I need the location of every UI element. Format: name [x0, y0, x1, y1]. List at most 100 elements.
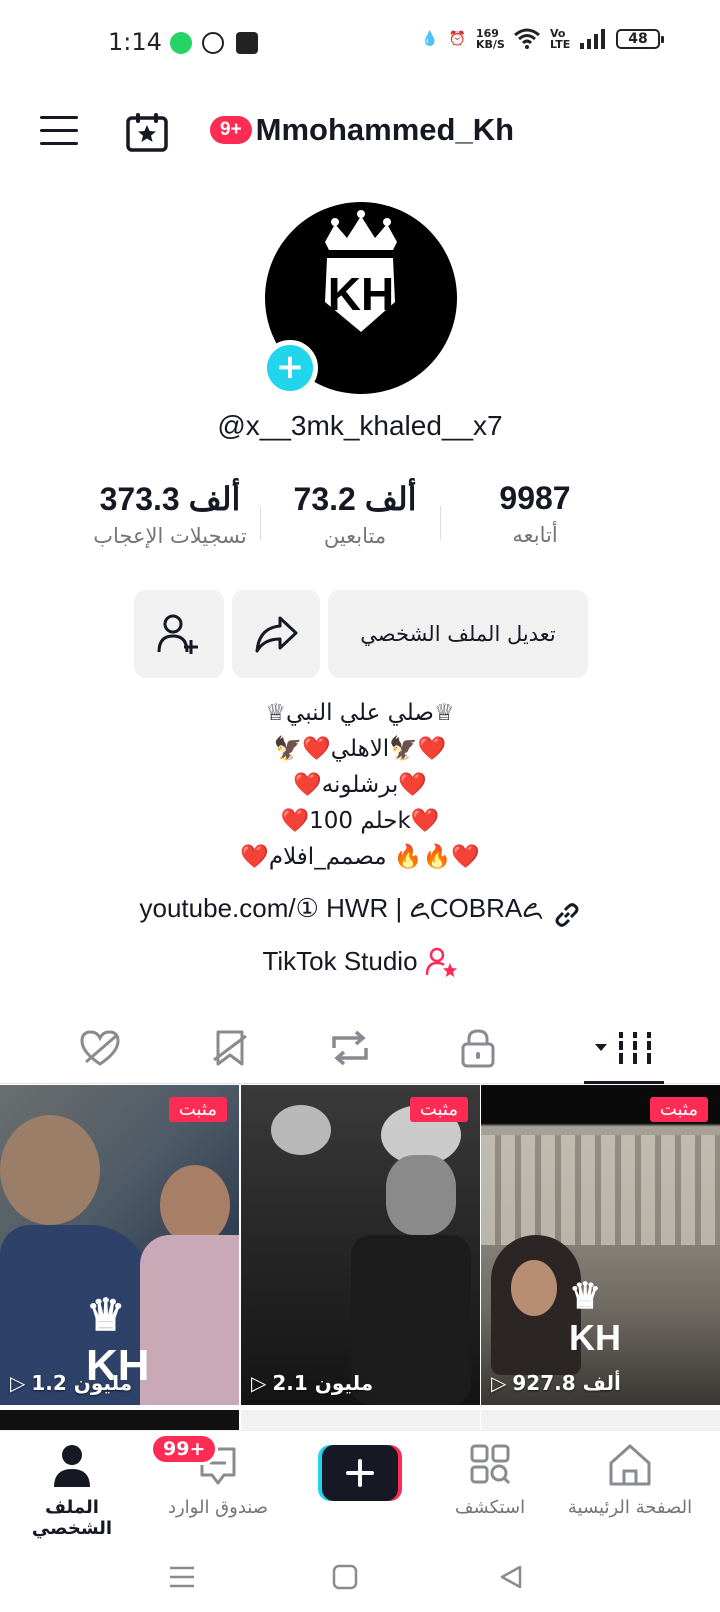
network-type: Vo LTE [550, 27, 571, 51]
bottom-nav: الملف الشخصي 99+ صندوق الوارد استكشف الص… [0, 1430, 720, 1540]
profile-header: 9+ Mmohammed_Kh [0, 100, 720, 170]
stat-following[interactable]: 9987 أتابعه [450, 480, 620, 547]
calendar-star-icon[interactable] [126, 112, 168, 152]
back-icon[interactable] [498, 1564, 524, 1590]
whatsapp-business-icon [170, 32, 192, 54]
face-shape [160, 1165, 230, 1245]
video-thumbnail[interactable]: ♛ KH مثبت ▷ 927.8 ألف [481, 1085, 720, 1405]
system-nav [0, 1540, 720, 1612]
tab-private[interactable] [408, 1018, 548, 1078]
home-icon [609, 1444, 651, 1486]
hidden-bookmark-icon [213, 1030, 247, 1066]
profile-stats: 373.3 ألف تسجيلات الإعجاب 73.2 ألف متابع… [80, 480, 640, 560]
menu-icon[interactable] [40, 116, 78, 146]
view-count-text: 2.1 مليون [272, 1371, 374, 1395]
bio-line: 🦅❤️الاهلي🦅❤️ [273, 736, 447, 762]
add-avatar-button[interactable]: + [262, 340, 318, 396]
network-speed: 169 KB/S [476, 27, 505, 51]
stat-likes[interactable]: 373.3 ألف تسجيلات الإعجاب [80, 480, 260, 548]
profile-link[interactable]: youtube.com/① HWR | ꧖COBRA꧖ [0, 888, 720, 941]
stat-followers[interactable]: 73.2 ألف متابعين [270, 480, 440, 548]
inbox-badge: 99+ [150, 1433, 219, 1465]
view-count: ▷ 1.2 مليون [10, 1371, 132, 1395]
home-square-icon[interactable] [332, 1564, 358, 1590]
mail-icon [236, 32, 258, 54]
stat-followers-value: 73.2 ألف [293, 481, 417, 517]
view-count: ▷ 927.8 ألف [491, 1371, 621, 1395]
stat-likes-label: تسجيلات الإعجاب [93, 524, 247, 548]
lock-icon [461, 1029, 495, 1068]
stat-likes-value: 373.3 ألف [99, 481, 241, 517]
stat-followers-label: متابعين [323, 524, 387, 548]
video-thumbnail[interactable]: ♛ KH مثبت ▷ 1.2 مليون [0, 1085, 239, 1405]
bio-line: ❤️برشلونه❤️ [293, 772, 427, 798]
tab-reposts[interactable] [280, 1018, 420, 1078]
tab-favorites[interactable] [160, 1018, 300, 1078]
video-thumbnail[interactable] [241, 1410, 480, 1430]
bio: ♕صلي علي النبي♕ 🦅❤️الاهلي🦅❤️ ❤️برشلونه❤️… [0, 695, 720, 875]
repost-icon [332, 1030, 368, 1066]
nav-discover[interactable]: استكشف [420, 1443, 560, 1518]
video-thumbnail[interactable] [0, 1410, 239, 1430]
recents-icon[interactable] [168, 1564, 196, 1590]
alarm-icon: ⏰ [448, 31, 466, 47]
nav-profile[interactable]: الملف الشخصي [2, 1443, 142, 1539]
tiktok-studio-link[interactable]: TikTok Studio [0, 946, 720, 977]
profile-link-text: youtube.com/① HWR | ꧖COBRA꧖ [139, 893, 543, 923]
view-count: ▷ 2.1 مليون [251, 1371, 373, 1395]
add-friends-button[interactable] [134, 590, 224, 678]
play-icon: ▷ [251, 1371, 267, 1395]
video-thumbnail[interactable]: مثبت ▷ 2.1 مليون [241, 1085, 480, 1405]
stat-divider [260, 506, 261, 540]
content-tabs [0, 1010, 720, 1084]
username: @x__3mk_khaled__x7 [217, 410, 503, 441]
face-shape [511, 1260, 557, 1316]
discover-icon [470, 1444, 511, 1485]
video-grid: ♛ KH مثبت ▷ 927.8 ألف مثبت ▷ 2.1 مليون ♛ KH … [0, 1085, 720, 1430]
stat-following-value: 9987 [499, 480, 571, 516]
edit-profile-button[interactable]: تعديل الملف الشخصي [328, 590, 588, 678]
hidden-heart-icon [80, 1030, 120, 1066]
stat-divider [440, 506, 441, 540]
play-icon: ▷ [491, 1371, 507, 1395]
shelves-backdrop [481, 1135, 720, 1245]
view-count-text: 927.8 ألف [512, 1371, 621, 1395]
plus-icon: + [275, 346, 305, 387]
play-icon: ▷ [10, 1371, 26, 1395]
nav-home[interactable]: الصفحة الرئيسية [560, 1443, 700, 1518]
nav-home-label: الصفحة الرئيسية [567, 1497, 693, 1518]
pinned-badge: مثبت [649, 1097, 708, 1122]
status-time: 1:14 [108, 28, 162, 56]
signal-icon [580, 29, 605, 49]
drop-icon: 💧 [421, 31, 439, 47]
share-profile-button[interactable] [232, 590, 320, 678]
status-bar: 1:14 💧 ⏰ 169 KB/S Vo LTE 48 [0, 0, 720, 90]
share-icon [255, 616, 298, 653]
creator-star-icon [425, 947, 457, 977]
whatsapp-icon [202, 32, 224, 54]
add-user-icon [157, 614, 198, 654]
nav-inbox-label: صندوق الوارد [167, 1497, 269, 1518]
nav-profile-label: الملف الشخصي [31, 1497, 113, 1539]
link-icon [555, 902, 578, 927]
create-button[interactable] [318, 1445, 402, 1501]
face-shape [386, 1155, 456, 1235]
notification-badge: 9+ [210, 116, 252, 144]
bio-line: ❤️حلم 100k❤️ [280, 808, 440, 834]
avatar-text: KH [328, 268, 394, 320]
tab-liked[interactable] [30, 1018, 170, 1078]
tab-videos[interactable] [554, 1018, 694, 1078]
header-title-group[interactable]: 9+ Mmohammed_Kh [210, 112, 514, 148]
wifi-icon [514, 28, 540, 49]
turban-shape [271, 1105, 331, 1155]
header-title: Mmohammed_Kh [255, 112, 515, 147]
video-thumbnail[interactable] [481, 1410, 720, 1430]
nav-inbox[interactable]: 99+ صندوق الوارد [148, 1433, 288, 1518]
view-count-text: 1.2 مليون [31, 1371, 133, 1395]
pinned-badge: مثبت [168, 1097, 227, 1122]
nav-discover-label: استكشف [454, 1497, 526, 1518]
kh-watermark: ♛ KH [569, 1275, 621, 1358]
pinned-badge: مثبت [409, 1097, 468, 1122]
bio-line: ♕صلي علي النبي♕ [265, 700, 455, 726]
person-silhouette [140, 1235, 239, 1405]
